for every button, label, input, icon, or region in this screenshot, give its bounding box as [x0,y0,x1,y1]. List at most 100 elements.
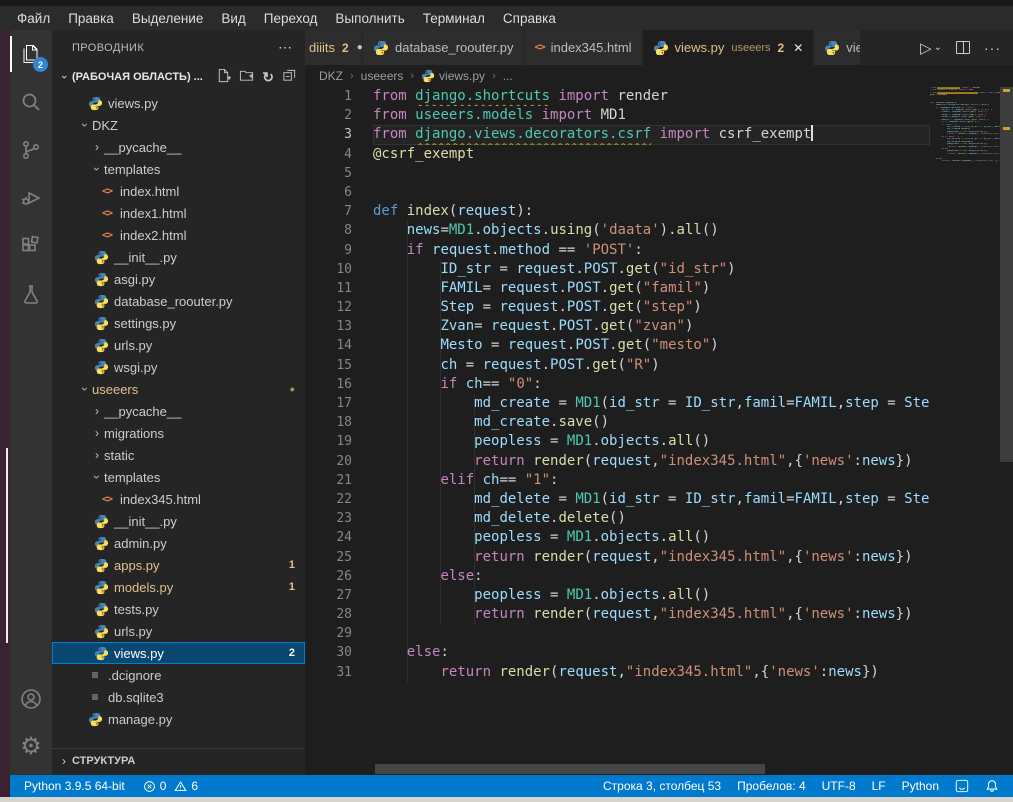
code-line-12[interactable]: 12 Step = request.POST.get("step") [305,298,1013,317]
indentation-status[interactable]: Пробелов: 4 [729,775,814,797]
code-line-11[interactable]: 11 FAMIL= request.POST.get("famil") [305,279,1013,298]
tree-item-DKZ[interactable]: ›DKZ [52,114,305,136]
tree-item-admin.py[interactable]: admin.py [52,532,305,554]
tree-item-templates[interactable]: ›templates [52,466,305,488]
minimap[interactable]: from django.shortcuts import renderfrom … [930,87,1000,763]
code-line-1[interactable]: 1from django.shortcuts import render [305,87,1013,106]
code-line-21[interactable]: 21 elif ch== "1": [305,471,1013,490]
breadcrumb-item-...[interactable]: ... [503,69,513,83]
more-actions-icon[interactable]: ··· [984,40,1001,56]
tree-item-templates[interactable]: ›templates [52,158,305,180]
code-line-20[interactable]: 20 return render(request,"index345.html"… [305,452,1013,471]
tab-views.py[interactable]: views.pyuseeers2✕ [643,30,815,65]
tree-item-index.html[interactable]: <>index.html [52,180,305,202]
tree-item-settings.py[interactable]: settings.py [52,312,305,334]
notifications-bell-icon[interactable] [977,775,1007,797]
menu-item-правка[interactable]: Правка [59,9,123,28]
code-line-10[interactable]: 10 ID_str = request.POST.get("id_str") [305,260,1013,279]
tree-item-__init__.py[interactable]: __init__.py [52,510,305,532]
eol-status[interactable]: LF [864,775,894,797]
code-line-29[interactable]: 29 [305,624,1013,643]
account-icon[interactable] [10,675,52,723]
language-mode-status[interactable]: Python [894,775,947,797]
vertical-scrollbar[interactable] [1000,87,1013,763]
menu-item-переход[interactable]: Переход [255,9,327,28]
menu-item-справка[interactable]: Справка [494,9,565,28]
tree-item-index1.html[interactable]: <>index1.html [52,202,305,224]
code-line-22[interactable]: 22 md_delete = MD1(id_str = ID_str,famil… [305,490,1013,509]
tree-item-__pycache__[interactable]: ›__pycache__ [52,400,305,422]
outline-section-header[interactable]: › СТРУКТУРА [52,748,305,773]
explorer-icon[interactable]: 2 [10,30,52,78]
tab-database_roouter.py[interactable]: database_roouter.py [363,30,525,65]
tree-item-static[interactable]: ›static [52,444,305,466]
breadcrumb-item-useeers[interactable]: useeers [361,69,404,83]
code-line-24[interactable]: 24 peopless = MD1.objects.all() [305,528,1013,547]
collapse-all-icon[interactable] [282,68,297,86]
tree-item-index345.html[interactable]: <>index345.html [52,488,305,510]
tree-item-db.sqlite3[interactable]: ≡db.sqlite3 [52,686,305,708]
cursor-position-status[interactable]: Строка 3, столбец 53 [595,775,729,797]
tree-item-asgi.py[interactable]: asgi.py [52,268,305,290]
tree-item-wsgi.py[interactable]: wsgi.py [52,356,305,378]
problems-status[interactable]: 0 6 [133,775,206,797]
code-line-8[interactable]: 8 news=MD1.objects.using('daata').all() [305,221,1013,240]
code-line-14[interactable]: 14 Mesto = request.POST.get("mesto") [305,336,1013,355]
code-line-30[interactable]: 30 else: [305,643,1013,662]
code-line-4[interactable]: 4@csrf_exempt [305,145,1013,164]
menu-item-вид[interactable]: Вид [212,9,254,28]
search-icon[interactable] [10,78,52,126]
code-line-2[interactable]: 2from useeers.models import MD1 [305,106,1013,125]
tree-item-.dcignore[interactable]: ≡.dcignore [52,664,305,686]
code-editor[interactable]: 1from django.shortcuts import render2fro… [305,87,1013,763]
tab-diiits[interactable]: diiits2● [305,30,363,65]
tree-item-migrations[interactable]: ›migrations [52,422,305,444]
tree-item-database_roouter.py[interactable]: database_roouter.py [52,290,305,312]
extensions-icon[interactable] [10,222,52,270]
tree-item-__pycache__[interactable]: ›__pycache__ [52,136,305,158]
code-line-26[interactable]: 26 else: [305,567,1013,586]
code-line-25[interactable]: 25 return render(request,"index345.html"… [305,548,1013,567]
tab-index345.html[interactable]: <>index345.html [525,30,643,65]
tree-item-manage.py[interactable]: manage.py [52,708,305,730]
run-debug-icon[interactable] [10,174,52,222]
code-line-31[interactable]: 31 return render(request,"index345.html"… [305,663,1013,682]
sidebar-more-actions-icon[interactable]: ⋯ [278,39,293,56]
menu-item-файл[interactable]: Файл [8,9,59,28]
feedback-smiley-icon[interactable] [947,775,977,797]
tree-item-__init__.py[interactable]: __init__.py [52,246,305,268]
code-line-5[interactable]: 5 [305,164,1013,183]
tree-item-useeers[interactable]: ›useeers● [52,378,305,400]
menu-item-выделение[interactable]: Выделение [123,9,213,28]
tree-item-urls.py[interactable]: urls.py [52,334,305,356]
run-python-file-button[interactable]: ▷⌄ [920,39,942,57]
vertical-scrollbar-thumb[interactable] [1000,87,1013,462]
source-control-icon[interactable] [10,126,52,174]
python-interpreter-status[interactable]: Python 3.9.5 64-bit [16,775,133,797]
refresh-icon[interactable]: ↻ [262,69,274,86]
code-line-18[interactable]: 18 md_create.save() [305,413,1013,432]
menu-item-выполнить[interactable]: Выполнить [326,9,413,28]
tree-item-urls.py[interactable]: urls.py [52,620,305,642]
close-icon[interactable]: ✕ [793,41,803,55]
new-folder-icon[interactable] [239,68,254,86]
tree-item-apps.py[interactable]: apps.py1 [52,554,305,576]
tree-item-models.py[interactable]: models.py1 [52,576,305,598]
code-line-23[interactable]: 23 md_delete.delete() [305,509,1013,528]
code-line-6[interactable]: 6 [305,183,1013,202]
code-line-19[interactable]: 19 peopless = MD1.objects.all() [305,432,1013,451]
code-line-3[interactable]: 3from django.views.decorators.csrf impor… [305,125,1013,144]
workspace-section-header[interactable]: › (РАБОЧАЯ ОБЛАСТЬ) ... ↻ [52,65,305,89]
breadcrumb-item-DKZ[interactable]: DKZ [319,69,343,83]
code-line-13[interactable]: 13 Zvan= request.POST.get("zvan") [305,317,1013,336]
horizontal-scrollbar-thumb[interactable] [375,764,765,774]
horizontal-scrollbar[interactable] [305,763,1013,775]
menu-item-терминал[interactable]: Терминал [414,9,494,28]
breadcrumb-item-views.py[interactable]: views.py [421,69,485,83]
testing-icon[interactable] [10,270,52,318]
settings-gear-icon[interactable]: ⚙ [10,723,52,771]
code-line-16[interactable]: 16 if ch== "0": [305,375,1013,394]
code-line-9[interactable]: 9 if request.method == 'POST': [305,241,1013,260]
code-line-15[interactable]: 15 ch = request.POST.get("R") [305,356,1013,375]
code-line-28[interactable]: 28 return render(request,"index345.html"… [305,605,1013,624]
